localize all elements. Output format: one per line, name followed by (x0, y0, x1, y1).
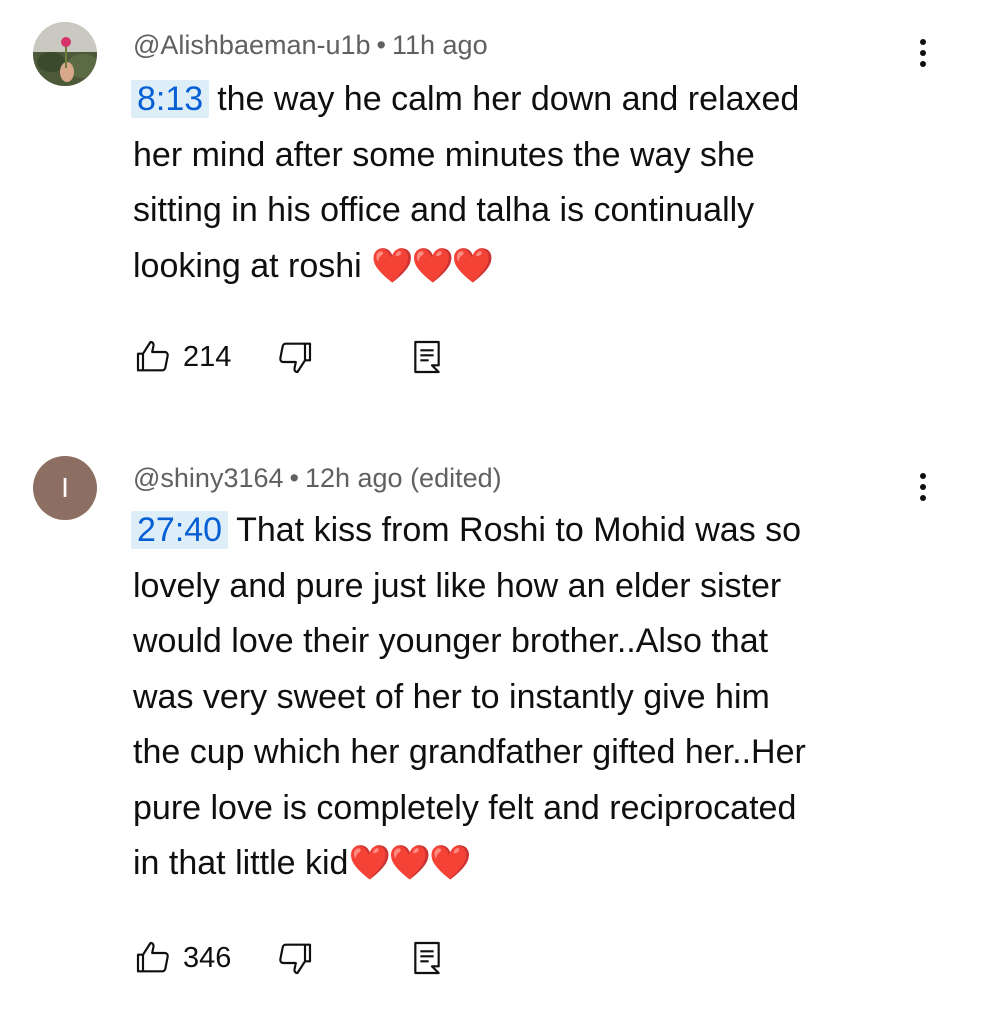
dislike-button[interactable] (275, 337, 315, 377)
comment-actions: 346 (133, 936, 447, 980)
more-vert-dot (920, 484, 926, 490)
comment-line-text: in that little kid (133, 844, 349, 882)
comment-header: @Alishbaeman-u1b • 11h ago (133, 28, 488, 62)
comment-text: 27:40 That kiss from Roshi to Mohid was s… (131, 503, 923, 892)
author-name[interactable]: @Alishbaeman-u1b (133, 30, 371, 60)
more-vert-dot (920, 61, 926, 67)
thumb-down-icon (279, 943, 312, 975)
reply-comment-icon (414, 941, 441, 975)
comment-header: @shiny3164 • 12h ago (edited) (133, 461, 502, 495)
like-button[interactable]: 346 (133, 938, 231, 978)
avatar-photo-icon (33, 22, 97, 86)
reply-comment-icon (414, 340, 441, 374)
like-button[interactable]: 214 (133, 337, 231, 377)
like-count: 214 (183, 340, 232, 373)
like-count: 346 (183, 941, 232, 974)
comment-line-text: That kiss from Roshi to Mohid was so (236, 511, 802, 549)
comment-line: 8:13 the way he calm her down and relaxed (131, 72, 923, 128)
comment-line: was very sweet of her to instantly give … (133, 677, 770, 716)
avatar[interactable]: I (33, 456, 97, 520)
thumb-up-icon (136, 340, 169, 372)
comment-line: would love their younger brother..Also t… (133, 622, 769, 660)
more-vert-icon (920, 473, 926, 479)
timestamp-link[interactable]: 27:40 (131, 511, 229, 549)
comment-text: 8:13 the way he calm her down and relaxed… (131, 72, 923, 295)
comment-line-text: the way he calm her down and relaxed (217, 80, 800, 118)
comment-line: in that little kid❤️❤️❤️ (133, 836, 923, 892)
comment-time: 12h ago (edited) (304, 463, 502, 493)
more-vert-dot (920, 50, 926, 56)
comment-line: sitting in his office and talha is conti… (133, 191, 755, 229)
avatar-letter: I (61, 472, 69, 503)
more-options-button[interactable] (906, 33, 940, 73)
separator-dot: • (376, 30, 386, 60)
avatar[interactable] (33, 22, 97, 86)
more-vert-dot (920, 495, 926, 501)
more-options-button[interactable] (906, 467, 940, 507)
comment-line: her mind after some minutes the way she (133, 135, 755, 174)
heart-emojis: ❤️❤️❤️ (348, 844, 471, 882)
dislike-button[interactable] (275, 938, 315, 978)
timestamp-link[interactable]: 8:13 (131, 80, 210, 118)
comment-line: pure love is completely felt and recipro… (133, 788, 797, 827)
separator-dot: • (289, 463, 299, 493)
comment-actions: 214 (133, 335, 447, 379)
reply-button[interactable] (407, 337, 447, 377)
thumb-up-icon (136, 941, 169, 973)
comment-line: looking at roshi ❤️❤️❤️ (133, 239, 923, 295)
more-vert-icon (920, 39, 926, 45)
comment-line: the cup which her grandfather gifted her… (133, 733, 806, 771)
reply-button[interactable] (407, 938, 447, 978)
comment-time: 11h ago (392, 30, 488, 60)
author-name[interactable]: @shiny3164 (133, 463, 284, 493)
thumb-down-icon (279, 342, 312, 374)
comment-line: lovely and pure just like how an elder s… (133, 566, 782, 605)
comment-line-text: looking at roshi (133, 246, 372, 285)
heart-emojis: ❤️❤️❤️ (371, 246, 494, 285)
comment-line: 27:40 That kiss from Roshi to Mohid was s… (131, 503, 923, 559)
